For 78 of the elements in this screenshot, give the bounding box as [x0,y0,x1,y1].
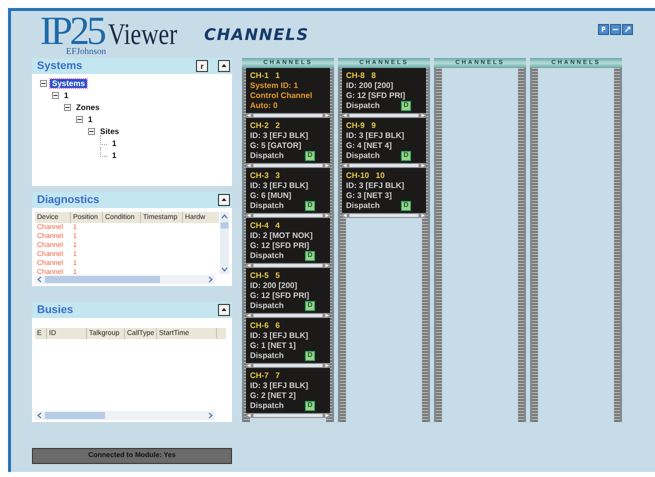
card-scrollbar[interactable] [246,363,330,368]
channel-mode: Dispatch [250,401,284,412]
channel-info: G: 6 [MUN] [250,191,292,202]
panel-title: Busies [37,304,74,316]
channel-title: CH-1 1 [250,70,281,82]
collapse-toggle-icon[interactable] [40,80,47,87]
channel-info: System ID: 1 [250,81,300,92]
company-name: EFJohnson [66,46,108,56]
channel-mode: Dispatch [250,351,284,362]
channel-title: CH-9 9 [346,120,377,132]
channel-info: ID: 200 [200] [346,81,394,92]
section-title: CHANNELS [204,25,310,44]
card-scrollbar[interactable] [246,163,330,168]
channel-title: CH-4 4 [250,220,281,232]
channel-title: CH-10 10 [346,170,386,182]
collapse-toggle-icon[interactable] [76,116,83,123]
channel-info: G: 12 [SFD PRI] [346,91,406,102]
channel-info: ID: 3 [EFJ BLK] [250,131,310,142]
channel-info: ID: 3 [EFJ BLK] [346,181,406,192]
channel-info: G: 3 [NET 3] [346,191,393,202]
channel-info: G: 12 [SFD PRI] [250,291,310,302]
tree-item[interactable]: Zones [74,102,102,112]
card-scrollbar[interactable] [246,113,330,118]
channel-info: ID: 3 [EFJ BLK] [250,381,310,392]
channel-title: CH-6 6 [250,320,281,332]
channel-title: CH-7 7 [250,370,281,382]
channel-info: Auto: 0 [250,101,279,112]
tree-item[interactable]: 1 [62,90,70,100]
tree-item[interactable]: Sites [98,126,122,136]
collapse-icon[interactable] [218,60,230,72]
channel-mode: Dispatch [250,301,284,312]
refresh-button[interactable]: r [196,60,208,72]
card-scrollbar[interactable] [246,313,330,318]
channel-info: ID: 3 [EFJ BLK] [250,181,310,192]
collapse-toggle-icon[interactable] [88,128,95,135]
card-scrollbar[interactable] [342,163,426,168]
channel-mode: Dispatch [346,101,380,112]
tree-item[interactable]: 1 [110,138,118,148]
horizontal-scrollbar[interactable] [35,411,215,420]
tree-item[interactable]: 1 [86,114,94,124]
channel-info: G: 2 [NET 2] [250,391,297,402]
channel-title: CH-5 5 [250,270,281,282]
channel-mode: Dispatch [250,251,284,262]
channel-info: ID: 3 [EFJ BLK] [346,131,406,142]
channel-info: G: 4 [NET 4] [346,141,393,152]
channel-info: G: 12 [SFD PRI] [250,241,310,252]
card-scrollbar[interactable] [342,213,426,218]
channel-mode: Dispatch [346,201,380,212]
channel-mode: Dispatch [250,151,284,162]
channel-card[interactable]: CH-1 1 System ID: 1 Control Channel Auto: 0 [246,68,330,118]
collapse-icon[interactable] [218,304,230,316]
minimize-icon[interactable] [610,24,621,35]
tree-item[interactable]: 1 [110,150,118,160]
channel-title: CH-8 8 [346,70,377,82]
channel-info: G: 5 [GATOR] [250,141,302,152]
channel-title: CH-3 3 [250,170,281,182]
channel-info: ID: 200 [200] [250,281,298,292]
collapse-toggle-icon[interactable] [64,104,71,111]
collapse-icon[interactable] [218,194,230,206]
card-scrollbar[interactable] [246,413,330,418]
collapse-toggle-icon[interactable] [52,92,59,99]
channel-mode: Dispatch [346,151,380,162]
card-scrollbar[interactable] [342,113,426,118]
horizontal-scrollbar[interactable] [35,275,215,284]
channel-info: G: 1 [NET 1] [250,341,297,352]
channel-info: ID: 2 [MOT NOK] [250,231,314,242]
logo-viewer: Viewer [108,20,177,50]
card-scrollbar[interactable] [246,213,330,218]
panel-title: Systems [37,60,82,72]
maximize-icon[interactable] [622,24,633,35]
channel-title: CH-2 2 [250,120,281,132]
card-scrollbar[interactable] [246,263,330,268]
channel-info: ID: 3 [EFJ BLK] [250,331,310,342]
vertical-scrollbar[interactable] [220,212,229,274]
tree-item[interactable]: Systems [50,78,87,88]
panel-title: Diagnostics [37,194,100,206]
channel-mode: Dispatch [250,201,284,212]
channel-info: Control Channel [250,91,314,102]
